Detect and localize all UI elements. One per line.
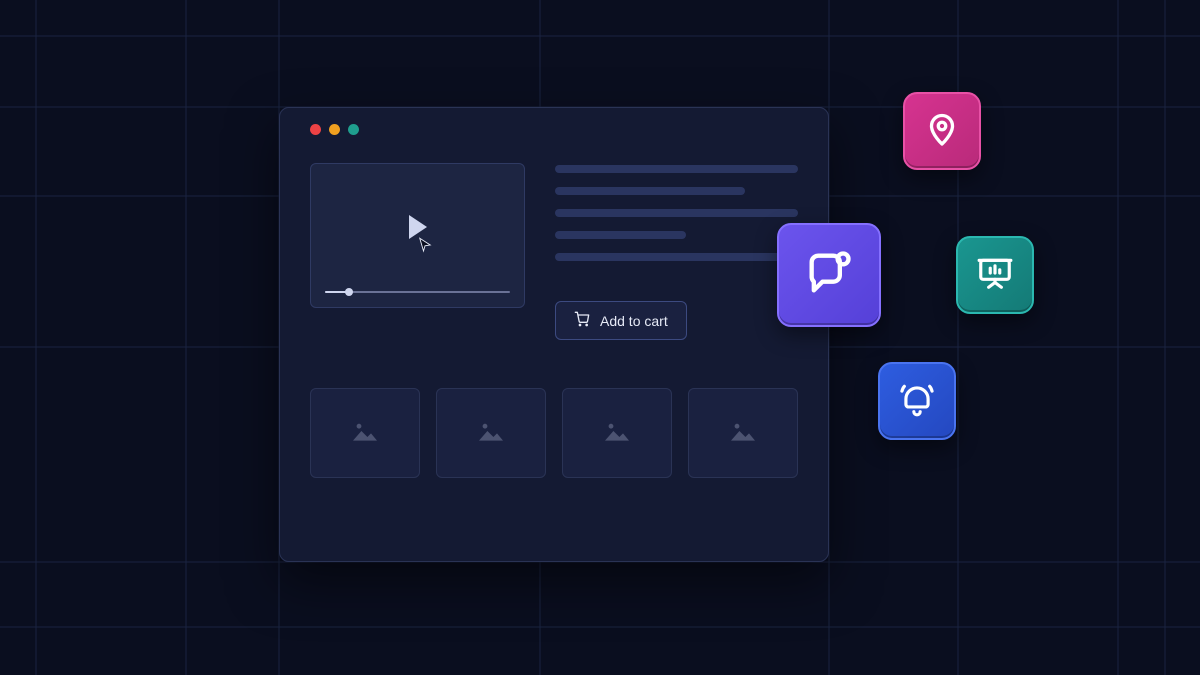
bell-icon <box>898 380 936 422</box>
text-placeholder <box>555 209 798 217</box>
image-placeholder-icon <box>476 419 506 447</box>
window-controls <box>310 124 798 135</box>
app-tile-location[interactable] <box>903 92 981 170</box>
video-progress-bar[interactable] <box>325 291 510 293</box>
close-button[interactable] <box>310 124 321 135</box>
minimize-button[interactable] <box>329 124 340 135</box>
app-tile-notifications[interactable] <box>878 362 956 440</box>
thumbnail[interactable] <box>688 388 798 478</box>
text-placeholder <box>555 187 745 195</box>
image-placeholder-icon <box>728 419 758 447</box>
image-placeholder-icon <box>350 419 380 447</box>
text-placeholder <box>555 231 686 239</box>
zoom-button[interactable] <box>348 124 359 135</box>
cart-icon <box>574 311 590 330</box>
map-pin-icon <box>924 111 960 151</box>
app-tile-chat[interactable] <box>777 223 881 327</box>
text-placeholder <box>555 165 798 173</box>
presentation-chart-icon <box>976 254 1014 296</box>
product-hero-row: Add to cart <box>310 163 798 340</box>
add-to-cart-label: Add to cart <box>600 313 668 329</box>
video-player[interactable] <box>310 163 525 308</box>
image-placeholder-icon <box>602 419 632 447</box>
text-placeholder <box>555 253 798 261</box>
app-window: Add to cart <box>279 107 829 562</box>
thumbnail[interactable] <box>436 388 546 478</box>
cursor-pointer-icon <box>416 236 434 258</box>
app-tile-presentation[interactable] <box>956 236 1034 314</box>
thumbnail[interactable] <box>562 388 672 478</box>
chat-icon <box>803 247 855 303</box>
thumbnail[interactable] <box>310 388 420 478</box>
product-description: Add to cart <box>555 163 798 340</box>
add-to-cart-button[interactable]: Add to cart <box>555 301 687 340</box>
thumbnail-row <box>310 388 798 478</box>
